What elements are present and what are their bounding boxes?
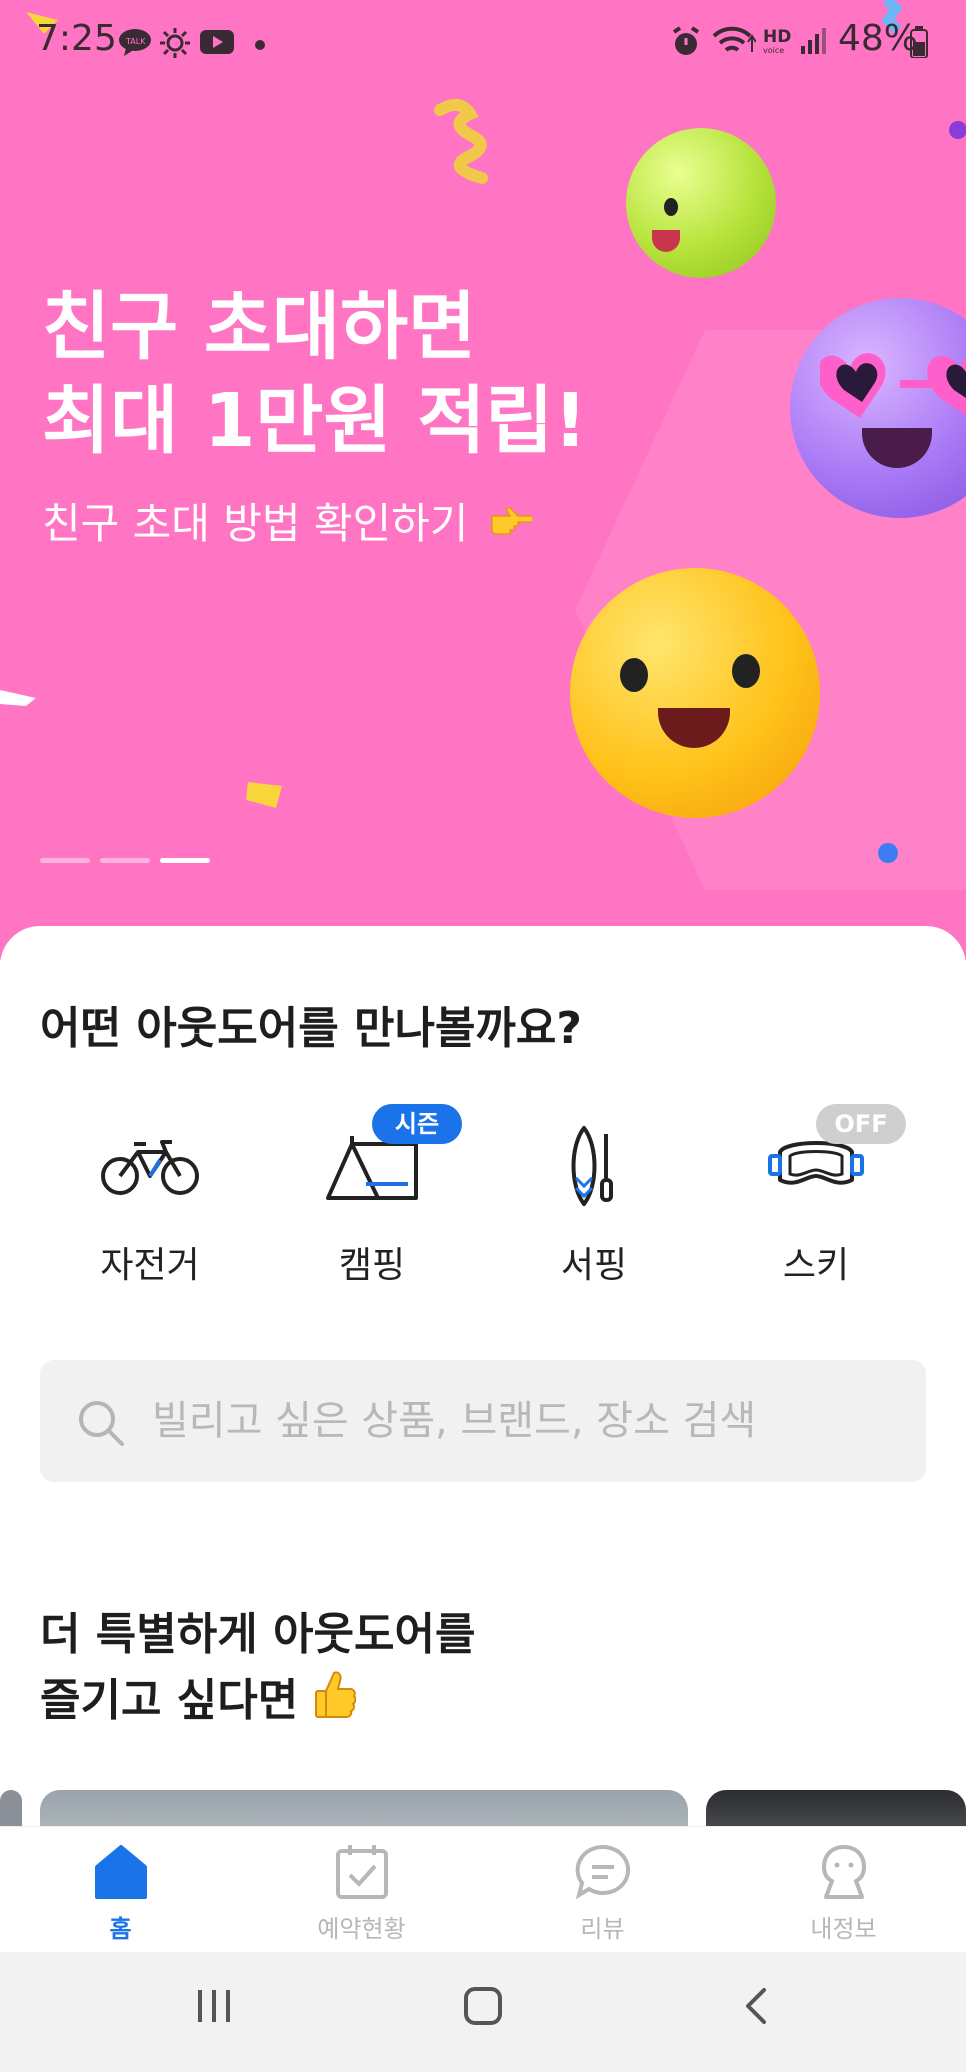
pointing-hand-icon — [488, 499, 534, 548]
search-bar[interactable] — [40, 1360, 926, 1482]
home-button[interactable] — [463, 1986, 503, 2026]
tab-reservations-label: 예약현황 — [317, 1915, 406, 1943]
banner-subtitle: 친구 초대 방법 확인하기 — [42, 499, 469, 548]
tab-my-info[interactable]: 내정보 — [723, 1827, 964, 1953]
category-surfing[interactable]: 서핑 — [494, 1126, 694, 1296]
main-content-sheet: 어떤 아웃도어를 만나볼까요? 자전거 시즌 캠핑 서핑 OFF 스키 빌리고 … — [0, 926, 966, 1926]
tab-reviews-label: 리뷰 — [580, 1915, 625, 1943]
alarm-icon — [670, 26, 702, 62]
tab-home[interactable]: 홈 — [0, 1827, 241, 1953]
banner-title: 친구 초대하면 최대 1만원 적립! — [42, 280, 682, 468]
status-time: 7:25 — [36, 18, 117, 59]
yellow-smiley-decoration — [570, 568, 820, 818]
carousel-dot-3-active — [160, 858, 210, 863]
tab-my-info-label: 내정보 — [810, 1915, 877, 1943]
category-ski[interactable]: OFF 스키 — [716, 1104, 916, 1296]
youtube-icon — [200, 30, 234, 58]
battery-percent: 48% — [838, 18, 919, 59]
bottom-tab-bar: 홈 예약현황 리뷰 내정보 — [0, 1826, 966, 1952]
category-bicycle[interactable]: 자전거 — [50, 1126, 250, 1296]
green-smiley-decoration — [626, 128, 776, 278]
tab-reviews[interactable]: 리뷰 — [482, 1827, 723, 1953]
category-camping[interactable]: 시즌 캠핑 — [272, 1104, 472, 1296]
person-icon — [822, 1845, 866, 1899]
category-surfing-label: 서핑 — [560, 1245, 628, 1286]
back-button[interactable] — [738, 1986, 778, 2026]
search-icon — [79, 1401, 124, 1446]
system-navigation-bar — [0, 1952, 966, 2072]
category-ski-label: 스키 — [782, 1245, 850, 1286]
wifi-icon — [712, 24, 757, 62]
off-badge: OFF — [816, 1104, 906, 1144]
season-badge: 시즌 — [372, 1104, 462, 1144]
banner-title-line1: 친구 초대하면 — [42, 284, 477, 370]
tab-reservations[interactable]: 예약현황 — [241, 1827, 482, 1953]
svg-text:voice: voice — [763, 46, 784, 55]
svg-text:TALK: TALK — [125, 37, 146, 46]
calendar-check-icon — [336, 1845, 388, 1899]
sun-icon — [160, 28, 190, 62]
status-bar: 7:25 TALK HD voice 48% — [0, 0, 966, 84]
svg-text:HD: HD — [763, 27, 791, 47]
surfboard-icon — [571, 1126, 613, 1206]
special-title-line2: 즐기고 싶다면 — [40, 1675, 299, 1726]
search-input[interactable] — [152, 1360, 892, 1482]
categories-title: 어떤 아웃도어를 만나볼까요? — [40, 1003, 582, 1054]
category-camping-label: 캠핑 — [338, 1245, 406, 1286]
signal-icon — [800, 26, 828, 60]
special-section-title: 더 특별하게 아웃도어를 즐기고 싶다면 — [40, 1602, 475, 1738]
tab-home-label: 홈 — [109, 1915, 132, 1943]
bicycle-icon — [101, 1140, 199, 1195]
hd-voice-icon: HD voice — [762, 26, 796, 60]
category-bicycle-label: 자전거 — [100, 1245, 200, 1286]
chat-bubble-icon — [575, 1844, 631, 1900]
special-title-line2-wrap: 즐기고 싶다면 — [40, 1668, 475, 1738]
banner-title-line2: 최대 1만원 적립! — [42, 378, 588, 464]
special-title-line1: 더 특별하게 아웃도어를 — [40, 1609, 476, 1660]
battery-icon — [910, 26, 928, 62]
recent-apps-button[interactable] — [194, 1986, 234, 2026]
carousel-dot-1 — [40, 858, 90, 863]
carousel-dot-2 — [100, 858, 150, 863]
thumbs-up-icon — [314, 1669, 356, 1738]
promo-banner[interactable]: 친구 초대하면 최대 1만원 적립! 친구 초대 방법 확인하기 7:25 TA… — [0, 0, 966, 960]
dot-icon — [254, 36, 266, 55]
kakaotalk-icon: TALK — [118, 28, 152, 60]
home-icon — [95, 1845, 147, 1899]
banner-subtitle-link[interactable]: 친구 초대 방법 확인하기 — [42, 490, 534, 551]
